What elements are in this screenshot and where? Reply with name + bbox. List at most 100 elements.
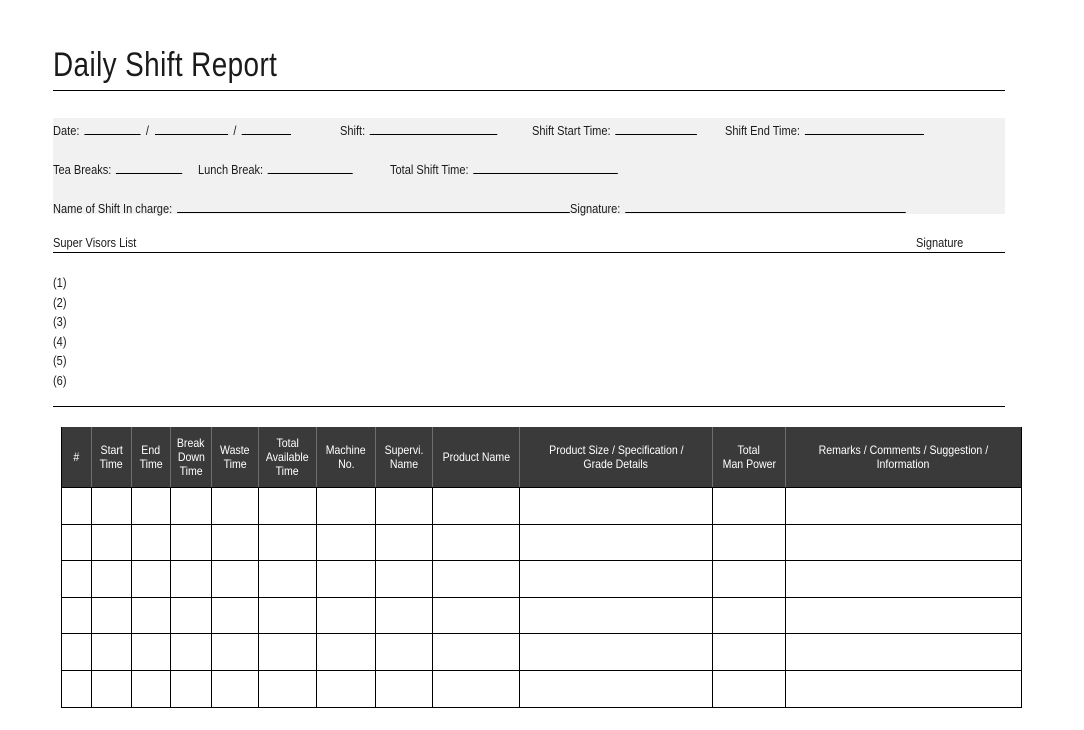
table-cell[interactable] [432, 523, 520, 562]
table-cell[interactable] [316, 523, 376, 562]
column-header-waste-time: Waste Time [211, 427, 259, 488]
table-cell[interactable] [258, 669, 317, 708]
table-cell[interactable] [61, 523, 92, 562]
shift-incharge-input[interactable] [176, 200, 570, 213]
table-cell[interactable] [131, 596, 171, 635]
table-cell[interactable] [170, 523, 212, 562]
table-cell[interactable] [258, 487, 317, 525]
table-cell[interactable] [131, 487, 171, 525]
list-item[interactable]: (4) [53, 332, 223, 352]
table-cell[interactable] [432, 669, 520, 708]
table-cell[interactable] [519, 669, 713, 708]
title-divider [53, 90, 1005, 91]
table-cell[interactable] [258, 596, 317, 635]
shift-end-time-input[interactable] [804, 122, 924, 135]
table-cell[interactable] [712, 633, 786, 671]
table-cell[interactable] [519, 596, 713, 635]
table-cell[interactable] [375, 669, 433, 708]
table-cell[interactable] [432, 487, 520, 525]
lunch-break-input[interactable] [267, 161, 353, 174]
table-cell[interactable] [432, 560, 520, 598]
table-cell[interactable] [258, 523, 317, 562]
list-item[interactable]: (6) [53, 371, 223, 391]
column-header-machine-no: Machine No. [316, 427, 376, 488]
table-cell[interactable] [316, 596, 376, 635]
table-row [61, 560, 1022, 598]
total-shift-time-field-group: Total Shift Time: [390, 161, 620, 177]
tea-breaks-input[interactable] [116, 161, 183, 174]
table-cell[interactable] [91, 523, 132, 562]
table-cell[interactable] [91, 560, 132, 598]
table-cell[interactable] [712, 523, 786, 562]
table-cell[interactable] [211, 596, 259, 635]
table-cell[interactable] [316, 487, 376, 525]
table-row [61, 669, 1022, 708]
table-cell[interactable] [91, 633, 132, 671]
table-cell[interactable] [785, 560, 1022, 598]
table-row [61, 633, 1022, 671]
table-cell[interactable] [211, 560, 259, 598]
table-cell[interactable] [258, 560, 317, 598]
table-cell[interactable] [519, 560, 713, 598]
incharge-signature-field-group: Signature: [570, 200, 907, 216]
table-cell[interactable] [519, 633, 713, 671]
table-cell[interactable] [91, 669, 132, 708]
table-cell[interactable] [712, 487, 786, 525]
table-header-row: # Start Time End Time Break Down Time Waste T… [61, 427, 1022, 488]
table-cell[interactable] [61, 596, 92, 635]
table-cell[interactable] [61, 560, 92, 598]
table-cell[interactable] [712, 560, 786, 598]
table-cell[interactable] [785, 633, 1022, 671]
list-item[interactable]: (3) [53, 312, 223, 332]
shift-label: Shift: [340, 123, 366, 138]
table-cell[interactable] [785, 596, 1022, 635]
table-cell[interactable] [432, 596, 520, 635]
table-cell[interactable] [316, 560, 376, 598]
table-cell[interactable] [61, 669, 92, 708]
shift-input[interactable] [369, 122, 498, 135]
table-cell[interactable] [712, 596, 786, 635]
table-cell[interactable] [211, 523, 259, 562]
date-year-input[interactable] [242, 122, 292, 135]
shift-start-time-input[interactable] [615, 122, 697, 135]
table-cell[interactable] [170, 596, 212, 635]
table-cell[interactable] [519, 487, 713, 525]
table-cell[interactable] [131, 633, 171, 671]
table-cell[interactable] [170, 669, 212, 708]
table-cell[interactable] [211, 487, 259, 525]
table-cell[interactable] [131, 669, 171, 708]
table-cell[interactable] [375, 523, 433, 562]
table-cell[interactable] [258, 633, 317, 671]
table-cell[interactable] [91, 487, 132, 525]
table-cell[interactable] [316, 633, 376, 671]
table-cell[interactable] [785, 523, 1022, 562]
table-cell[interactable] [170, 560, 212, 598]
table-cell[interactable] [91, 596, 132, 635]
table-cell[interactable] [712, 669, 786, 708]
list-item[interactable]: (5) [53, 351, 223, 371]
table-cell[interactable] [375, 633, 433, 671]
table-cell[interactable] [375, 560, 433, 598]
table-cell[interactable] [131, 523, 171, 562]
table-cell[interactable] [432, 633, 520, 671]
table-cell[interactable] [211, 669, 259, 708]
shift-log-table-wrapper: # Start Time End Time Break Down Time Waste T… [61, 427, 1022, 708]
table-cell[interactable] [170, 633, 212, 671]
table-cell[interactable] [375, 596, 433, 635]
table-cell[interactable] [785, 487, 1022, 525]
table-cell[interactable] [785, 669, 1022, 708]
list-item[interactable]: (1) [53, 273, 223, 293]
table-cell[interactable] [211, 633, 259, 671]
date-day-input[interactable] [84, 122, 141, 135]
table-cell[interactable] [61, 487, 92, 525]
date-month-input[interactable] [154, 122, 228, 135]
table-cell[interactable] [375, 487, 433, 525]
table-cell[interactable] [61, 633, 92, 671]
total-shift-time-input[interactable] [473, 161, 618, 174]
incharge-signature-input[interactable] [625, 200, 906, 213]
table-cell[interactable] [170, 487, 212, 525]
table-cell[interactable] [131, 560, 171, 598]
table-cell[interactable] [316, 669, 376, 708]
list-item[interactable]: (2) [53, 293, 223, 313]
table-cell[interactable] [519, 523, 713, 562]
